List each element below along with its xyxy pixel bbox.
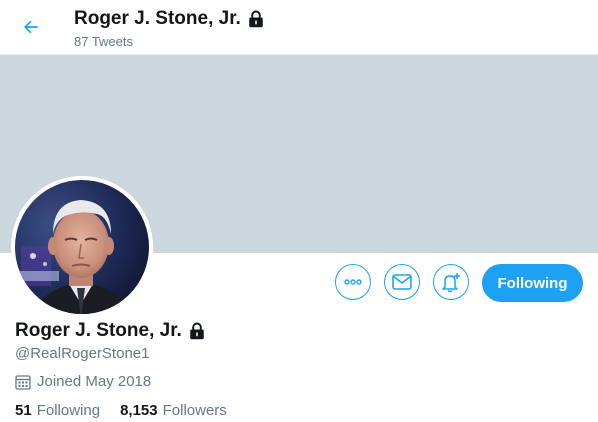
profile-header: Roger J. Stone, Jr. 87 Tweets — [0, 0, 598, 55]
envelope-icon — [392, 274, 412, 290]
avatar-image — [11, 176, 153, 318]
following-stat[interactable]: 51 Following — [15, 402, 100, 419]
profile-name-text: Roger J. Stone, Jr. — [15, 320, 182, 341]
header-name-text: Roger J. Stone, Jr. — [74, 8, 241, 29]
message-button[interactable] — [384, 264, 420, 300]
lock-icon — [247, 10, 265, 28]
following-button[interactable]: Following — [482, 264, 583, 302]
following-label: Following — [36, 402, 101, 419]
following-button-label: Following — [497, 274, 568, 292]
more-button[interactable] — [335, 264, 371, 300]
profile-handle: @RealRogerStone1 — [15, 345, 150, 362]
profile-page: Roger J. Stone, Jr. 87 Tweets Following … — [0, 0, 598, 422]
avatar[interactable] — [11, 176, 153, 318]
calendar-icon — [15, 374, 31, 390]
joined-text: Joined May 2018 — [37, 373, 152, 390]
joined-date: Joined May 2018 — [15, 373, 151, 390]
followers-count: 8,153 — [120, 402, 158, 419]
following-count: 51 — [15, 402, 32, 419]
back-button[interactable] — [16, 12, 46, 42]
more-icon — [344, 279, 362, 285]
arrow-left-icon — [24, 20, 38, 34]
tweet-count: 87 Tweets — [74, 34, 134, 49]
profile-stats: 51 Following 8,153 Followers — [15, 402, 247, 419]
notifications-button[interactable] — [433, 264, 469, 300]
followers-stat[interactable]: 8,153 Followers — [120, 402, 227, 419]
followers-label: Followers — [162, 402, 227, 419]
header-title: Roger J. Stone, Jr. — [74, 8, 265, 30]
bell-plus-icon — [442, 273, 460, 293]
profile-name: Roger J. Stone, Jr. — [15, 320, 206, 342]
lock-icon — [188, 322, 206, 340]
